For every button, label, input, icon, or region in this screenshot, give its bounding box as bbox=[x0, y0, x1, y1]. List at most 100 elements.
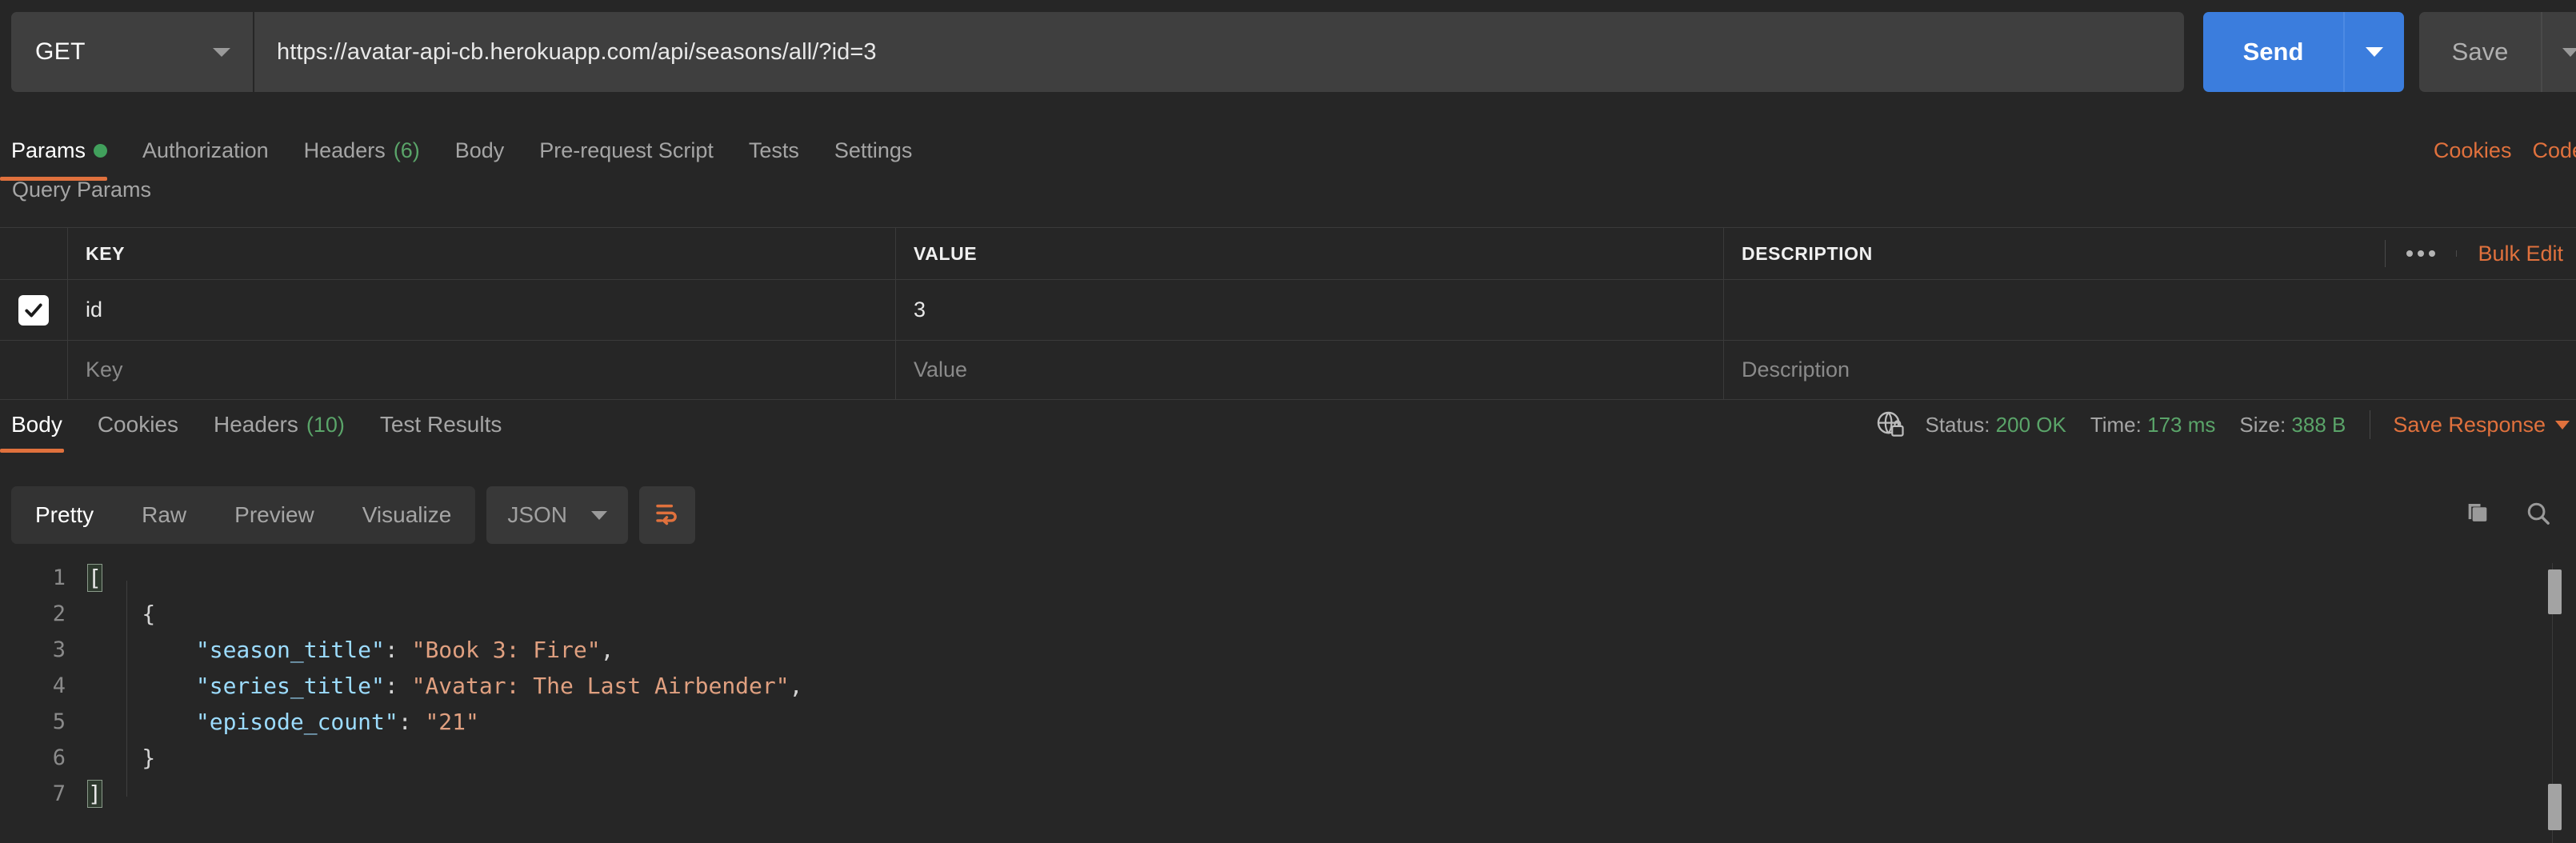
code-line-text: } bbox=[88, 745, 156, 771]
code-lines: 1 [ 2 { 3 "season_title": "Book 3: Fire"… bbox=[0, 560, 2576, 812]
response-body-scrollbar[interactable] bbox=[2548, 563, 2570, 843]
line-number: 6 bbox=[52, 745, 66, 770]
view-pretty-label: Pretty bbox=[35, 502, 94, 527]
row-key-cell[interactable]: id bbox=[68, 280, 896, 340]
code-line: 2 { bbox=[0, 596, 2576, 632]
word-wrap-icon bbox=[654, 501, 681, 530]
code-line: 1 [ bbox=[0, 560, 2576, 596]
view-preview-button[interactable]: Preview bbox=[210, 486, 338, 544]
table-row[interactable]: id 3 bbox=[0, 280, 2576, 341]
response-tab-body[interactable]: Body bbox=[0, 400, 80, 453]
tab-authorization[interactable]: Authorization bbox=[125, 126, 286, 174]
placeholder-description-cell[interactable]: Description bbox=[1724, 341, 2576, 399]
row-description-cell[interactable] bbox=[1724, 280, 2576, 340]
line-number: 4 bbox=[52, 673, 66, 698]
tab-headers-count: (6) bbox=[393, 138, 420, 162]
table-placeholder-row[interactable]: Key Value Description bbox=[0, 341, 2576, 400]
tab-authorization-label: Authorization bbox=[142, 138, 269, 162]
tab-body[interactable]: Body bbox=[438, 126, 522, 174]
view-raw-button[interactable]: Raw bbox=[118, 486, 210, 544]
json-string: "Book 3: Fire" bbox=[411, 637, 601, 663]
json-key: "episode_count" bbox=[195, 709, 398, 735]
response-tab-headers[interactable]: Headers (10) bbox=[196, 400, 362, 449]
bracket-close: ] bbox=[87, 780, 102, 808]
copy-icon[interactable] bbox=[2464, 500, 2491, 531]
save-button-group: Save bbox=[2419, 12, 2576, 92]
json-string: "21" bbox=[425, 709, 479, 735]
view-raw-label: Raw bbox=[142, 502, 187, 527]
code-line: 3 "season_title": "Book 3: Fire", bbox=[0, 632, 2576, 668]
code-line: 6 } bbox=[0, 740, 2576, 776]
scrollbar-thumb[interactable] bbox=[2548, 569, 2562, 614]
http-method-label: GET bbox=[35, 38, 86, 65]
word-wrap-button[interactable] bbox=[639, 486, 695, 544]
time-label-group: Time: 173 ms bbox=[2090, 413, 2240, 437]
chevron-down-icon bbox=[2555, 420, 2570, 429]
tab-settings[interactable]: Settings bbox=[817, 126, 930, 174]
size-label: Size: bbox=[2239, 412, 2286, 437]
json-comma: , bbox=[789, 673, 803, 699]
bracket-open: [ bbox=[87, 564, 102, 592]
response-tab-cookies[interactable]: Cookies bbox=[80, 400, 196, 449]
url-text: https://avatar-api-cb.herokuapp.com/api/… bbox=[277, 38, 877, 65]
http-method-selector[interactable]: GET bbox=[11, 12, 253, 92]
status-label: Status: bbox=[1925, 412, 1990, 437]
cookies-link[interactable]: Cookies bbox=[2434, 138, 2512, 163]
scrollbar-thumb[interactable] bbox=[2548, 784, 2562, 830]
code-line-text: { bbox=[88, 601, 156, 627]
bulk-edit-button[interactable]: Bulk Edit bbox=[2457, 242, 2563, 266]
placeholder-value-cell[interactable]: Value bbox=[896, 341, 1724, 399]
placeholder-value-text: Value bbox=[914, 358, 968, 382]
view-preview-label: Preview bbox=[234, 502, 314, 527]
globe-lock-icon[interactable] bbox=[1875, 410, 1925, 440]
tab-tests-label: Tests bbox=[748, 138, 799, 162]
save-response-button[interactable]: Save Response bbox=[2393, 413, 2576, 437]
save-options-button[interactable] bbox=[2541, 12, 2576, 92]
response-body-code[interactable]: 1 [ 2 { 3 "season_title": "Book 3: Fire"… bbox=[0, 560, 2576, 843]
request-url-bar: GET https://avatar-api-cb.herokuapp.com/… bbox=[11, 12, 2184, 92]
placeholder-key-cell[interactable]: Key bbox=[68, 341, 896, 399]
json-key: "season_title" bbox=[195, 637, 385, 663]
response-tab-test-results[interactable]: Test Results bbox=[362, 400, 520, 449]
line-number: 2 bbox=[52, 601, 66, 626]
response-tab-cookies-label: Cookies bbox=[97, 412, 178, 437]
response-tab-body-label: Body bbox=[11, 412, 62, 437]
code-line: 7 ] bbox=[0, 776, 2576, 812]
row-enabled-checkbox[interactable] bbox=[18, 294, 49, 326]
view-visualize-button[interactable]: Visualize bbox=[338, 486, 476, 544]
chevron-down-icon bbox=[213, 47, 230, 57]
status-label-group: Status: 200 OK bbox=[1925, 413, 2090, 437]
header-value-label: VALUE bbox=[914, 242, 978, 264]
url-input[interactable]: https://avatar-api-cb.herokuapp.com/api/… bbox=[254, 12, 2184, 92]
save-response-label: Save Response bbox=[2393, 412, 2546, 437]
code-line-text: "series_title": "Avatar: The Last Airben… bbox=[88, 673, 803, 699]
response-tab-test-results-label: Test Results bbox=[379, 412, 502, 437]
row-checkbox-cell bbox=[0, 280, 68, 340]
response-tab-headers-label: Headers bbox=[214, 412, 298, 437]
header-checkbox-cell bbox=[0, 228, 68, 279]
row-value-cell[interactable]: 3 bbox=[896, 280, 1724, 340]
json-colon: : bbox=[384, 637, 412, 663]
save-button-label: Save bbox=[2451, 38, 2509, 66]
response-body-icons bbox=[2464, 486, 2552, 544]
send-button-group: Send bbox=[2203, 12, 2404, 92]
view-pretty-button[interactable]: Pretty bbox=[11, 486, 118, 544]
json-string: "Avatar: The Last Airbender" bbox=[411, 673, 790, 699]
send-button[interactable]: Send bbox=[2203, 12, 2343, 92]
placeholder-description-text: Description bbox=[1742, 358, 1850, 382]
search-icon[interactable] bbox=[2525, 500, 2552, 531]
ellipsis-icon[interactable] bbox=[2386, 250, 2458, 257]
view-visualize-label: Visualize bbox=[362, 502, 452, 527]
response-format-select[interactable]: JSON bbox=[486, 486, 628, 544]
code-line: 4 "series_title": "Avatar: The Last Airb… bbox=[0, 668, 2576, 704]
save-button[interactable]: Save bbox=[2419, 12, 2541, 92]
tab-pre-request-script[interactable]: Pre-request Script bbox=[522, 126, 731, 174]
tab-params[interactable]: Params bbox=[0, 126, 125, 181]
send-options-button[interactable] bbox=[2343, 12, 2404, 92]
header-value-cell: VALUE bbox=[896, 228, 1724, 279]
tab-settings-label: Settings bbox=[834, 138, 913, 162]
code-link[interactable]: Code bbox=[2532, 138, 2576, 163]
tab-headers[interactable]: Headers (6) bbox=[286, 126, 438, 174]
tab-tests[interactable]: Tests bbox=[731, 126, 817, 174]
